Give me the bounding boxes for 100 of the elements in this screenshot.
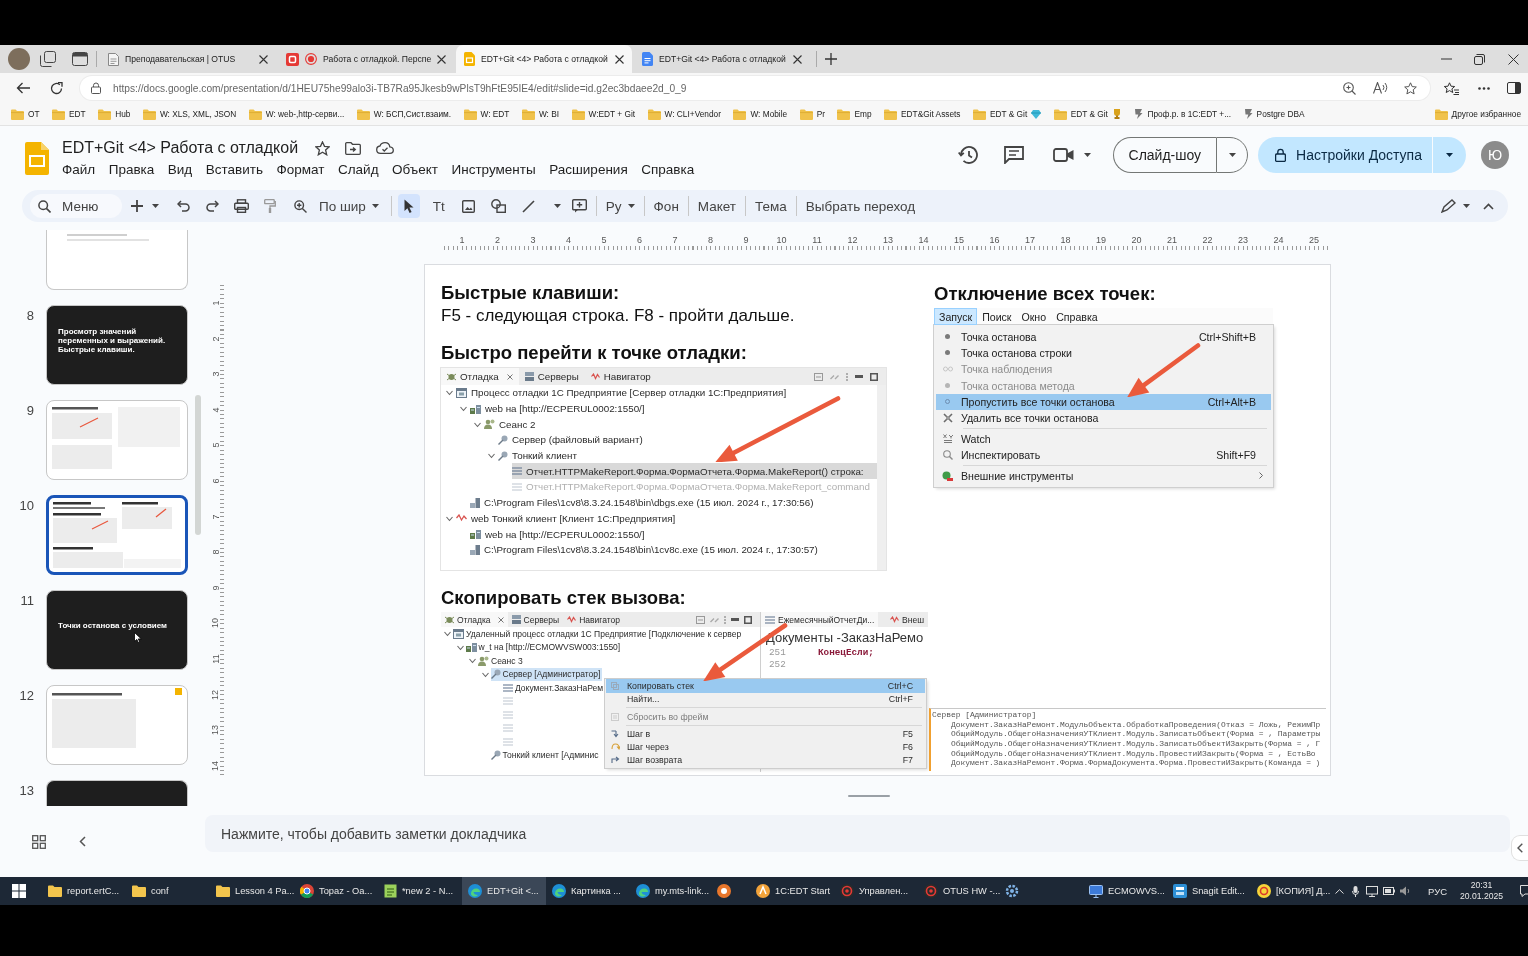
reload-icon[interactable] — [50, 81, 63, 95]
caret-icon[interactable] — [152, 204, 159, 208]
browser-tab[interactable]: Преподавательская | OTUS — [100, 45, 276, 73]
menu-item[interactable]: Шаг через F6 — [606, 740, 925, 754]
tree-item[interactable]: Процесс отладки 1С Предприятие [Сервер отладки 1С:Предприятия] — [456, 385, 877, 401]
back-icon[interactable] — [16, 82, 30, 94]
network-icon[interactable] — [1366, 885, 1378, 897]
taskbar-button[interactable]: conf — [126, 877, 210, 905]
side-panel-toggle[interactable] — [1512, 836, 1528, 860]
tree-item[interactable]: Сервер [Администратор] — [490, 667, 603, 681]
bookmark[interactable]: Emp — [837, 108, 872, 120]
print-icon[interactable] — [234, 199, 249, 213]
comment-icon[interactable] — [1003, 145, 1024, 164]
menu-item[interactable]: Шаг в F5 — [606, 727, 925, 741]
star-icon[interactable] — [315, 140, 331, 156]
menu-bar-item[interactable]: Справка — [1051, 308, 1103, 325]
toolbar-button[interactable]: Макет — [697, 198, 737, 214]
bookmark[interactable]: W: CLI+Vendor — [647, 108, 721, 120]
bookmark[interactable]: Hub — [98, 108, 131, 120]
profile-avatar[interactable] — [8, 48, 30, 70]
bookmark[interactable]: EDT & Git — [1053, 108, 1122, 120]
star-icon[interactable] — [1404, 81, 1417, 95]
editor-tab[interactable]: ЕжемесячныйОтчетДи... — [761, 612, 879, 627]
close-icon[interactable] — [437, 54, 447, 64]
view-tab[interactable]: Навигатор — [563, 612, 625, 627]
view-tab[interactable]: Навигатор — [584, 368, 657, 385]
address-field[interactable]: https://docs.google.com/presentation/d/1HEU75he99alo3i-TB7Ra95Jkesb9wPlsT9hFtE95IE4/edit#slide=id.g2ec3bdaee2d_0_9 — [80, 76, 1430, 100]
menu-item[interactable]: Внешние инструменты — [936, 467, 1271, 484]
close-icon[interactable] — [1508, 53, 1519, 65]
close-icon[interactable] — [615, 54, 624, 64]
collapse-icon[interactable] — [1483, 202, 1494, 210]
bookmark[interactable]: Проф.р. в 1C:EDT +... — [1134, 109, 1232, 119]
slide-thumbnail[interactable] — [46, 495, 188, 575]
bookmark[interactable]: W: web-,http-серви... — [248, 108, 345, 120]
menu-bar-item[interactable]: Вид — [167, 161, 193, 177]
menu-item[interactable]: Удалить все точки останова — [936, 410, 1271, 427]
menu-item[interactable]: Точка останова строки — [936, 344, 1271, 362]
plus-icon[interactable] — [131, 200, 143, 212]
view-tab[interactable]: Серверы — [518, 368, 585, 385]
pen-icon[interactable] — [1441, 199, 1456, 213]
zoom-icon[interactable] — [294, 199, 307, 213]
close-icon[interactable] — [259, 54, 268, 64]
taskbar-button[interactable]: EDT+Git <... — [462, 877, 546, 905]
bookmark[interactable]: W:EDT + Git — [571, 108, 636, 120]
taskbar-button[interactable]: *new 2 - N... — [378, 877, 462, 905]
scrollbar-thumb[interactable] — [195, 395, 201, 535]
battery-icon[interactable] — [1383, 887, 1395, 895]
tree-item[interactable]: Сеанс 3 — [478, 654, 525, 668]
tree-item[interactable]: w_t на [http://ECMOWVSW003:1550] — [465, 640, 623, 654]
chevron-up-icon[interactable] — [1335, 888, 1344, 894]
text-box-tool-button[interactable]: Tt — [427, 194, 450, 218]
taskbar-button[interactable]: Snagit Edit... — [1167, 877, 1251, 905]
tree-item[interactable]: Удаленный процесс отладки 1С Предприятие [Подключение к сервер — [453, 627, 744, 641]
video-camera-icon[interactable] — [1052, 147, 1074, 162]
taskbar-button[interactable]: Lesson 4 Pa... — [210, 877, 294, 905]
toolbar-button[interactable]: Тема — [755, 198, 787, 214]
menu-item[interactable]: Найти... Ctrl+F — [606, 692, 925, 706]
lock-icon[interactable] — [91, 82, 101, 94]
bookmark[interactable]: EDT & Git — [973, 108, 1042, 120]
tree-item[interactable]: web Тонкий клиент [Клиент 1С:Предприятия] — [456, 510, 877, 527]
menu-item[interactable]: Копировать стек Ctrl+C — [606, 679, 925, 693]
taskbar-button[interactable]: 1C:EDT Start — [750, 877, 834, 905]
tree-item[interactable]: C:\Program Files\1cv8\8.3.24.1548\bin\dbgs.exe (15 июл. 2024 г., 17:30:56) — [470, 494, 877, 511]
restore-icon[interactable] — [1474, 53, 1485, 65]
speaker-icon[interactable] — [1400, 886, 1411, 896]
speaker-notes-field[interactable]: Нажмите, чтобы добавить заметки докладчика — [205, 815, 1510, 852]
taskbar-button[interactable]: ECMOWVS... — [1083, 877, 1167, 905]
move-to-folder-icon[interactable] — [345, 141, 362, 155]
tree-item[interactable]: Сеанс 2 — [484, 416, 877, 433]
taskbar-button[interactable]: [КОПИЯ] Д... — [1251, 877, 1335, 905]
grid-view-icon[interactable] — [32, 834, 46, 849]
menu-bar-item[interactable]: Окно — [1016, 308, 1052, 325]
new-tab-icon[interactable] — [825, 53, 837, 65]
view-tab[interactable]: Серверы — [507, 612, 564, 627]
tree-item[interactable]: Отчет.HTTPMakeReport.Форма.ФормаОтчета.Форма.MakeReport() строка: — [512, 463, 877, 480]
history-icon[interactable] — [957, 145, 978, 164]
taskbar-button[interactable]: report.ertC... — [42, 877, 126, 905]
share-button[interactable]: Настройки Доступа — [1258, 136, 1432, 173]
input-tools-button[interactable]: Ру — [605, 198, 635, 214]
tree-item[interactable]: web на [http://ECPERUL0002:1550/] — [470, 400, 877, 417]
menu-bar-item[interactable]: Поиск — [977, 308, 1017, 325]
bookmark[interactable]: W: BI — [521, 108, 560, 120]
view-tab[interactable]: Отладка — [441, 612, 508, 627]
menu-bar-item[interactable]: Справка — [641, 161, 695, 177]
favorites-icon[interactable] — [1444, 81, 1459, 95]
menu-item[interactable]: Пропустить все точки останова Ctrl+Alt+B — [936, 393, 1271, 410]
tree-item[interactable]: Тонкий клиент [Админис — [490, 748, 601, 762]
bookmark[interactable]: Другое избранное — [1434, 108, 1521, 120]
resize-handle[interactable] — [848, 795, 890, 797]
toolbar-button[interactable]: Выбрать переход — [805, 198, 916, 214]
redo-icon[interactable] — [206, 200, 219, 212]
undo-icon[interactable] — [177, 200, 190, 212]
menu-bar-item[interactable]: Правка — [108, 161, 155, 177]
menu-item[interactable]: Точка останова Ctrl+Shift+B — [936, 328, 1271, 345]
menu-bar-item[interactable]: Слайд — [337, 161, 379, 177]
bookmark[interactable]: W: XLS, XML, JSON — [142, 108, 237, 120]
zoom-in-icon[interactable] — [1343, 81, 1356, 95]
bookmark[interactable]: Pr — [799, 108, 825, 120]
bookmark[interactable]: W: БСП,Сист.взаим. — [356, 108, 452, 120]
taskbar-button[interactable]: Управлен... — [834, 877, 918, 905]
